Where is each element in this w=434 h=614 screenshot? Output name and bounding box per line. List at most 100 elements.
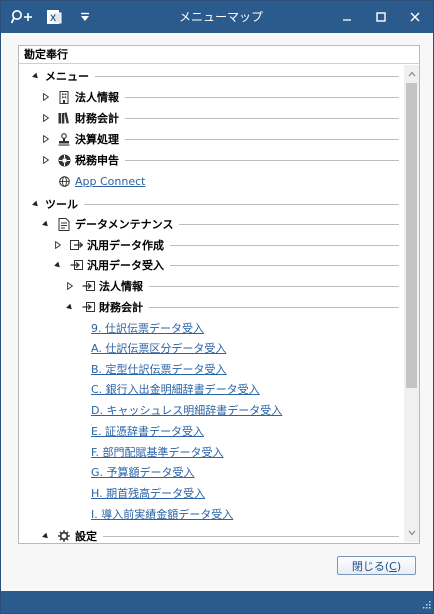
import-link[interactable]: 9. 仕訳伝票データ受入 xyxy=(91,320,204,336)
app-connect-link[interactable]: App Connect xyxy=(75,175,145,188)
node-label: 財務会計 xyxy=(75,112,119,125)
globe-icon xyxy=(57,174,71,188)
list-item[interactable]: C. 銀行入出金明細辞書データ受入 xyxy=(19,380,403,398)
import-link[interactable]: H. 期首残高データ受入 xyxy=(91,485,205,501)
expand-toggle-icon[interactable] xyxy=(41,155,51,165)
tree-node-hojin[interactable]: 法人情報 xyxy=(19,88,403,106)
divider-line xyxy=(125,117,399,119)
resize-grip-icon[interactable] xyxy=(423,601,431,611)
title-bar: X メニューマップ xyxy=(1,1,433,33)
tree-node-zaimu[interactable]: 財務会計 xyxy=(19,109,403,127)
tree-node-hanyo-sakusei[interactable]: 汎用データ作成 xyxy=(19,236,403,254)
node-label: 税務申告 xyxy=(75,154,119,167)
tree-node-appconnect[interactable]: App Connect xyxy=(19,172,403,190)
expand-toggle-icon[interactable] xyxy=(41,92,51,102)
menu-tree-panel: 勘定奉行 メニュー 法人情報 財務会計 決算処理 税務申告 App Connec… xyxy=(18,45,420,544)
tree-node-datamaint[interactable]: データメンテナンス xyxy=(19,215,403,233)
node-label: メニュー xyxy=(45,70,89,83)
divider-line xyxy=(170,264,399,266)
status-bar xyxy=(1,591,433,613)
gear-icon xyxy=(57,529,71,542)
tree-node-ukeire-hojin[interactable]: 法人情報 xyxy=(19,277,403,295)
import-icon xyxy=(81,300,95,314)
divider-line xyxy=(125,159,399,161)
list-item[interactable]: D. キャッシュレス明細辞書データ受入 xyxy=(19,401,403,419)
divider-line xyxy=(103,535,399,537)
divider-line xyxy=(179,223,399,225)
close-window-button[interactable] xyxy=(397,1,433,33)
close-button-suffix: ) xyxy=(396,560,402,573)
vertical-scrollbar[interactable] xyxy=(404,65,419,542)
building-icon xyxy=(57,90,71,104)
list-item[interactable]: E. 証憑辞書データ受入 xyxy=(19,422,403,440)
expand-toggle-icon[interactable] xyxy=(65,281,75,291)
import-link[interactable]: E. 証憑辞書データ受入 xyxy=(91,423,204,439)
divider-line xyxy=(170,244,399,246)
node-label: 汎用データ作成 xyxy=(87,239,164,252)
import-icon xyxy=(69,258,83,272)
list-item[interactable]: B. 定型仕訳伝票データ受入 xyxy=(19,360,403,378)
panel-header: 勘定奉行 xyxy=(19,46,419,64)
scroll-down-icon[interactable] xyxy=(404,526,419,540)
stamp-icon xyxy=(57,132,71,146)
collapse-toggle-icon[interactable] xyxy=(53,260,63,270)
close-button[interactable]: 閉じる(C) xyxy=(337,556,416,575)
data-maintenance-icon xyxy=(57,217,71,231)
excel-export-icon[interactable]: X xyxy=(43,1,65,33)
expand-toggle-icon[interactable] xyxy=(53,240,63,250)
list-item[interactable]: I. 導入前実績金額データ受入 xyxy=(19,505,403,523)
export-icon xyxy=(69,238,83,252)
list-item[interactable]: A. 仕訳伝票区分データ受入 xyxy=(19,339,403,357)
list-item[interactable]: G. 予算額データ受入 xyxy=(19,463,403,481)
tree-node-hanyo-ukeire[interactable]: 汎用データ受入 xyxy=(19,256,403,274)
node-label: データメンテナンス xyxy=(75,218,174,231)
import-link[interactable]: F. 部門配賦基準データ受入 xyxy=(91,444,224,460)
expand-toggle-icon[interactable] xyxy=(41,113,51,123)
tree-node-kessan[interactable]: 決算処理 xyxy=(19,130,403,148)
collapse-toggle-icon[interactable] xyxy=(41,219,51,229)
collapse-toggle-icon[interactable] xyxy=(31,71,41,81)
tree-node-zeimu[interactable]: 税務申告 xyxy=(19,151,403,169)
menu-tree: メニュー 法人情報 財務会計 決算処理 税務申告 App Connect ツール… xyxy=(19,65,403,542)
node-label: 法人情報 xyxy=(99,280,143,293)
list-item[interactable]: 9. 仕訳伝票データ受入 xyxy=(19,319,403,337)
tree-node-settei[interactable]: 設定 xyxy=(19,527,403,542)
minimize-button[interactable] xyxy=(329,1,365,33)
dropdown-menu-icon[interactable] xyxy=(75,1,95,33)
divider-line xyxy=(149,285,399,287)
tax-seal-icon xyxy=(57,153,71,167)
books-icon xyxy=(57,111,71,125)
import-link[interactable]: B. 定型仕訳伝票データ受入 xyxy=(91,361,227,377)
import-link[interactable]: I. 導入前実績金額データ受入 xyxy=(91,506,233,522)
tree-node-tool[interactable]: ツール xyxy=(19,195,403,213)
node-label: 決算処理 xyxy=(75,133,119,146)
list-item[interactable]: H. 期首残高データ受入 xyxy=(19,484,403,502)
tree-node-ukeire-zaimu[interactable]: 財務会計 xyxy=(19,298,403,316)
divider-line xyxy=(149,306,399,308)
import-link[interactable]: C. 銀行入出金明細辞書データ受入 xyxy=(91,381,260,397)
divider-line xyxy=(84,203,399,205)
collapse-toggle-icon[interactable] xyxy=(41,531,51,541)
maximize-button[interactable] xyxy=(363,1,399,33)
list-item[interactable]: F. 部門配賦基準データ受入 xyxy=(19,443,403,461)
window-title: メニューマップ xyxy=(178,10,263,24)
close-button-label: 閉じる( xyxy=(351,560,390,573)
import-icon xyxy=(81,279,95,293)
node-label: 設定 xyxy=(75,530,97,542)
import-link[interactable]: G. 予算額データ受入 xyxy=(91,464,195,480)
collapse-toggle-icon[interactable] xyxy=(65,302,75,312)
scroll-thumb[interactable] xyxy=(406,83,417,388)
import-link[interactable]: D. キャッシュレス明細辞書データ受入 xyxy=(91,402,282,418)
import-link[interactable]: A. 仕訳伝票区分データ受入 xyxy=(91,340,226,356)
tree-node-menu[interactable]: メニュー xyxy=(19,67,403,85)
divider-line xyxy=(125,96,399,98)
collapse-toggle-icon[interactable] xyxy=(31,199,41,209)
node-label: 法人情報 xyxy=(75,91,119,104)
expand-toggle-icon[interactable] xyxy=(41,134,51,144)
divider-line xyxy=(125,138,399,140)
node-label: 財務会計 xyxy=(99,301,143,314)
node-label: 汎用データ受入 xyxy=(87,259,164,272)
menu-map-window: X メニューマップ 勘定奉行 メニュー 法人情報 財務会計 決算処理 税務申告 … xyxy=(0,0,434,614)
search-add-icon[interactable] xyxy=(9,1,37,33)
scroll-up-icon[interactable] xyxy=(404,67,419,81)
